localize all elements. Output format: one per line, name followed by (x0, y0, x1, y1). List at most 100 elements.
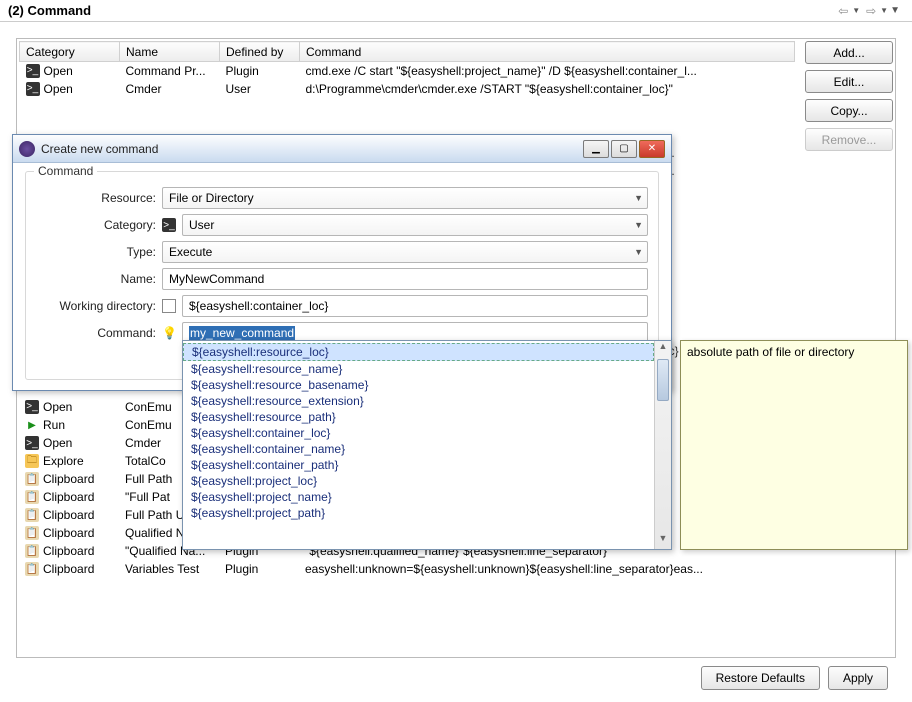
workdir-checkbox[interactable] (162, 299, 176, 313)
dialog-app-icon (19, 141, 35, 157)
apply-button[interactable]: Apply (828, 666, 888, 690)
scroll-thumb[interactable] (657, 359, 669, 401)
cell-command: cmd.exe /C start "${easyshell:project_na… (300, 62, 795, 80)
terminal-icon: >_ (25, 400, 39, 414)
chevron-down-icon: ▼ (634, 247, 643, 257)
terminal-icon: >_ (26, 82, 40, 96)
cell-name: Cmder (120, 80, 220, 98)
autocomplete-item[interactable]: ${easyshell:project_path} (183, 505, 654, 521)
groupbox-legend: Command (34, 164, 97, 178)
restore-defaults-button[interactable]: Restore Defaults (701, 666, 820, 690)
dialog-titlebar[interactable]: Create new command ▁ ▢ ✕ (13, 135, 671, 163)
name-input[interactable]: MyNewCommand (162, 268, 648, 290)
cell-defined: Plugin (219, 560, 299, 578)
cell-category: Clipboard (43, 562, 94, 576)
nav-back-menu[interactable]: ▼ (852, 6, 860, 15)
bottom-buttons: Restore Defaults Apply (701, 666, 888, 690)
maximize-button[interactable]: ▢ (611, 140, 637, 158)
type-combo[interactable]: Execute ▼ (162, 241, 648, 263)
type-value: Execute (169, 245, 212, 259)
minimize-button[interactable]: ▁ (583, 140, 609, 158)
autocomplete-item[interactable]: ${easyshell:resource_path} (183, 409, 654, 425)
tooltip-text: absolute path of file or directory (687, 345, 854, 359)
scroll-up-icon[interactable]: ▲ (655, 341, 671, 357)
page-titlebar: (2) Command ⇦▼ ⇨▼ ▼ (0, 0, 912, 22)
autocomplete-tooltip: absolute path of file or directory (680, 340, 908, 550)
category-icon: >_ (162, 218, 176, 232)
cell-defined: Plugin (220, 62, 300, 80)
scroll-down-icon[interactable]: ▼ (655, 533, 671, 549)
cell-name: Command Pr... (120, 62, 220, 80)
cell-category: Clipboard (43, 508, 94, 522)
cell-category: Open (44, 82, 73, 96)
nav-forward-menu[interactable]: ▼ (880, 6, 888, 15)
nav-back-icon[interactable]: ⇦ (838, 4, 852, 18)
clip-icon: 📋 (25, 562, 39, 576)
workdir-label: Working directory: (36, 299, 156, 313)
cell-defined: User (220, 80, 300, 98)
table-row[interactable]: >_ Open Command Pr...Plugincmd.exe /C star… (20, 62, 795, 80)
cell-command: easyshell:unknown=${easyshell:unknown}${… (299, 560, 795, 578)
col-defined[interactable]: Defined by (220, 42, 300, 62)
dialog-title: Create new command (41, 142, 158, 156)
table-header-row: Category Name Defined by Command (20, 42, 795, 62)
autocomplete-item[interactable]: ${easyshell:container_loc} (183, 425, 654, 441)
autocomplete-item[interactable]: ${easyshell:resource_extension} (183, 393, 654, 409)
autocomplete-item[interactable]: ${easyshell:project_loc} (183, 473, 654, 489)
cell-category: Clipboard (43, 472, 94, 486)
autocomplete-list[interactable]: ${easyshell:resource_loc}${easyshell:res… (183, 341, 654, 549)
cell-category: Run (43, 418, 65, 432)
view-menu-icon[interactable]: ▼ (890, 5, 900, 16)
cell-category: Open (43, 436, 72, 450)
command-label: Command: (36, 326, 156, 340)
category-value: User (189, 218, 214, 232)
resource-value: File or Directory (169, 191, 254, 205)
resource-combo[interactable]: File or Directory ▼ (162, 187, 648, 209)
terminal-icon: >_ (26, 64, 40, 78)
name-value: MyNewCommand (169, 272, 264, 286)
autocomplete-item[interactable]: ${easyshell:resource_basename} (183, 377, 654, 393)
autocomplete-item[interactable]: ${easyshell:container_name} (183, 441, 654, 457)
remove-button: Remove... (805, 128, 893, 151)
clip-icon: 📋 (25, 490, 39, 504)
category-label: Category: (36, 218, 156, 232)
nav-forward-icon[interactable]: ⇨ (866, 4, 880, 18)
cell-category: Open (43, 400, 72, 414)
category-combo[interactable]: User▼ (182, 214, 648, 236)
workdir-value: ${easyshell:container_loc} (189, 299, 328, 313)
type-label: Type: (36, 245, 156, 259)
commands-table: Category Name Defined by Command >_ Open C… (19, 41, 795, 98)
resource-label: Resource: (36, 191, 156, 205)
autocomplete-scrollbar[interactable]: ▲ ▼ (654, 341, 671, 549)
folder-icon: 🗀 (25, 454, 39, 468)
table-row[interactable]: 📋ClipboardVariables TestPlugineasyshell:… (19, 560, 795, 578)
close-button[interactable]: ✕ (639, 140, 665, 158)
workdir-input[interactable]: ${easyshell:container_loc} (182, 295, 648, 317)
name-label: Name: (36, 272, 156, 286)
col-name[interactable]: Name (120, 42, 220, 62)
cell-category: Clipboard (43, 526, 94, 540)
cell-category: Clipboard (43, 490, 94, 504)
cell-category: Open (44, 64, 73, 78)
col-category[interactable]: Category (20, 42, 120, 62)
edit-button[interactable]: Edit... (805, 70, 893, 93)
chevron-down-icon: ▼ (634, 193, 643, 203)
add-button[interactable]: Add... (805, 41, 893, 64)
cell-category: Explore (43, 454, 84, 468)
col-command[interactable]: Command (300, 42, 795, 62)
terminal-icon: >_ (25, 436, 39, 450)
autocomplete-item[interactable]: ${easyshell:resource_loc} (183, 343, 654, 361)
clip-icon: 📋 (25, 544, 39, 558)
autocomplete-item[interactable]: ${easyshell:container_path} (183, 457, 654, 473)
command-value: my_new_command (189, 326, 295, 340)
run-icon: ▶ (25, 418, 39, 432)
autocomplete-item[interactable]: ${easyshell:resource_name} (183, 361, 654, 377)
table-row[interactable]: >_OpenCmderUserd:\Programme\cmder\cmder.… (20, 80, 795, 98)
page-title: (2) Command (8, 3, 91, 18)
clip-icon: 📋 (25, 508, 39, 522)
autocomplete-item[interactable]: ${easyshell:project_name} (183, 489, 654, 505)
clip-icon: 📋 (25, 472, 39, 486)
copy-button[interactable]: Copy... (805, 99, 893, 122)
autocomplete-popup: ${easyshell:resource_loc}${easyshell:res… (182, 340, 672, 550)
clip-icon: 📋 (25, 526, 39, 540)
